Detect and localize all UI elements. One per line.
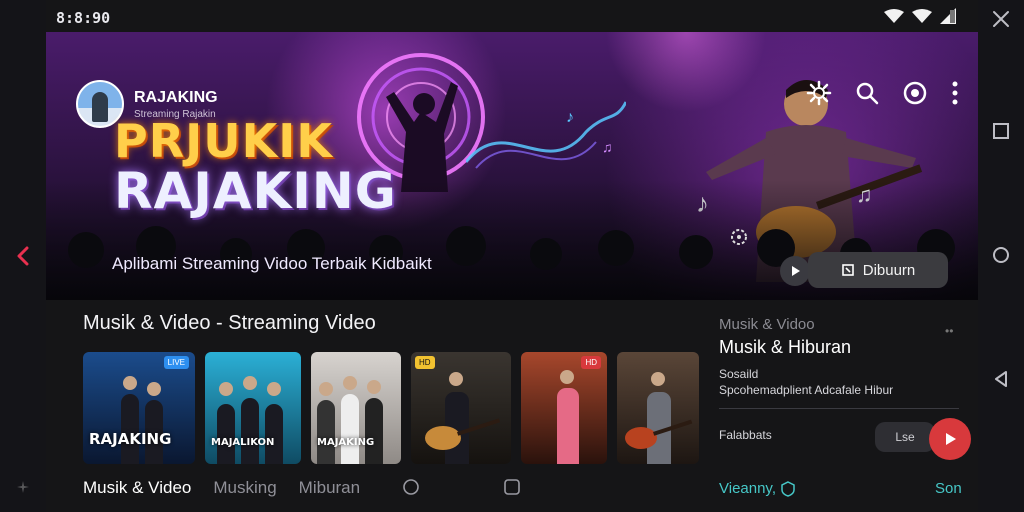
- play-icon: [946, 433, 956, 445]
- video-thumbnail[interactable]: LIVE RAJAKING: [83, 352, 195, 464]
- square-nav-icon[interactable]: [503, 478, 521, 496]
- status-icons: [884, 8, 956, 24]
- follow-button[interactable]: Dibuurn: [808, 252, 948, 288]
- video-thumbnail[interactable]: MAJAKING: [311, 352, 401, 464]
- thumbnail-caption: MAJAKING: [317, 437, 375, 448]
- home-circle-icon[interactable]: [990, 244, 1012, 266]
- mini-play-button[interactable]: [780, 256, 810, 286]
- tab-miburan[interactable]: Miburan: [299, 478, 360, 498]
- left-system-strip: [0, 0, 46, 512]
- panel-tag[interactable]: Lse: [875, 422, 935, 452]
- sparkle-icon: [17, 481, 29, 493]
- wifi-icon: [912, 9, 932, 23]
- follow-button-label: Dibuurn: [862, 261, 916, 279]
- hero-banner[interactable]: ♪ ♫ ♪ ♫: [46, 32, 978, 300]
- panel-line1: Sosaild: [719, 367, 759, 381]
- thumbnail-badge: HD: [581, 356, 601, 369]
- video-thumbnail[interactable]: HD: [521, 352, 607, 464]
- play-button[interactable]: [929, 418, 971, 460]
- thumbnail-caption: MAJALIKON: [211, 437, 275, 448]
- panel-views[interactable]: Vieanny,: [719, 480, 796, 497]
- panel-views-right[interactable]: Son: [935, 480, 962, 497]
- video-thumbnail[interactable]: HD: [411, 352, 511, 464]
- music-swirl-decoration: ♪ ♫: [466, 101, 626, 169]
- panel-line2: Spcohemadplient Adcafale Hibur: [719, 383, 894, 397]
- channel-name: RAJAKING: [134, 88, 218, 106]
- video-thumbnail[interactable]: MAJALIKON: [205, 352, 301, 464]
- video-info-panel: Musik & Vidoo •• Musik & Hiburan Sosaild…: [719, 316, 974, 497]
- video-thumbnail-row: LIVE RAJAKING MAJALIKON MAJAKING HD HD: [83, 352, 699, 464]
- more-horizontal-icon[interactable]: ••: [945, 324, 953, 338]
- hero-logo: PRJUKIK RAJAKING: [114, 118, 397, 218]
- signal-icon: [940, 8, 956, 24]
- thumbnail-caption: RAJAKING: [89, 430, 172, 448]
- section-title: Musik & Video - Streaming Video: [83, 312, 376, 334]
- panel-divider: [719, 408, 959, 409]
- system-nav-bar: [978, 0, 1024, 512]
- circle-nav-icon[interactable]: [402, 478, 420, 496]
- app-viewport: 8:8:90 ♪ ♫ ♪: [46, 0, 978, 512]
- back-arrow-icon[interactable]: [12, 244, 36, 268]
- hero-tagline: Aplibami Streaming Vidoo Terbaik Kidbaik…: [112, 254, 432, 273]
- bookmark-icon: [841, 264, 854, 276]
- tab-musik-video[interactable]: Musik & Video: [83, 478, 191, 498]
- close-icon[interactable]: [990, 8, 1012, 30]
- svg-text:♪: ♪: [566, 109, 574, 126]
- panel-category: Musik & Vidoo: [719, 316, 815, 333]
- more-vertical-icon[interactable]: [950, 80, 960, 106]
- search-icon[interactable]: [854, 80, 880, 106]
- hero-logo-line1: PRJUKIK: [114, 114, 334, 168]
- play-icon: [792, 266, 800, 276]
- svg-text:♫: ♫: [602, 139, 613, 155]
- panel-views-label: Vieanny,: [719, 480, 776, 497]
- settings-gear-icon[interactable]: [806, 80, 832, 106]
- shield-icon: [781, 480, 795, 497]
- hero-logo-line2: RAJAKING: [114, 162, 397, 220]
- thumbnail-badge: HD: [415, 356, 435, 369]
- panel-title: Musik & Hiburan: [719, 337, 852, 357]
- video-thumbnail[interactable]: [617, 352, 699, 464]
- tab-musking[interactable]: Musking: [213, 478, 276, 498]
- status-time: 8:8:90: [56, 9, 111, 27]
- recents-square-icon[interactable]: [990, 120, 1012, 142]
- hero-action-icons: [806, 80, 960, 106]
- settings-small-icon[interactable]: [728, 226, 750, 248]
- back-triangle-icon[interactable]: [990, 368, 1012, 390]
- status-bar: 8:8:90: [56, 6, 978, 30]
- panel-stat-label: Falabbats: [719, 428, 772, 442]
- wifi-icon: [884, 9, 904, 23]
- bottom-tab-bar: Musik & Video Musking Miburan: [83, 478, 360, 498]
- thumbnail-badge: LIVE: [163, 356, 189, 369]
- record-icon[interactable]: [902, 80, 928, 106]
